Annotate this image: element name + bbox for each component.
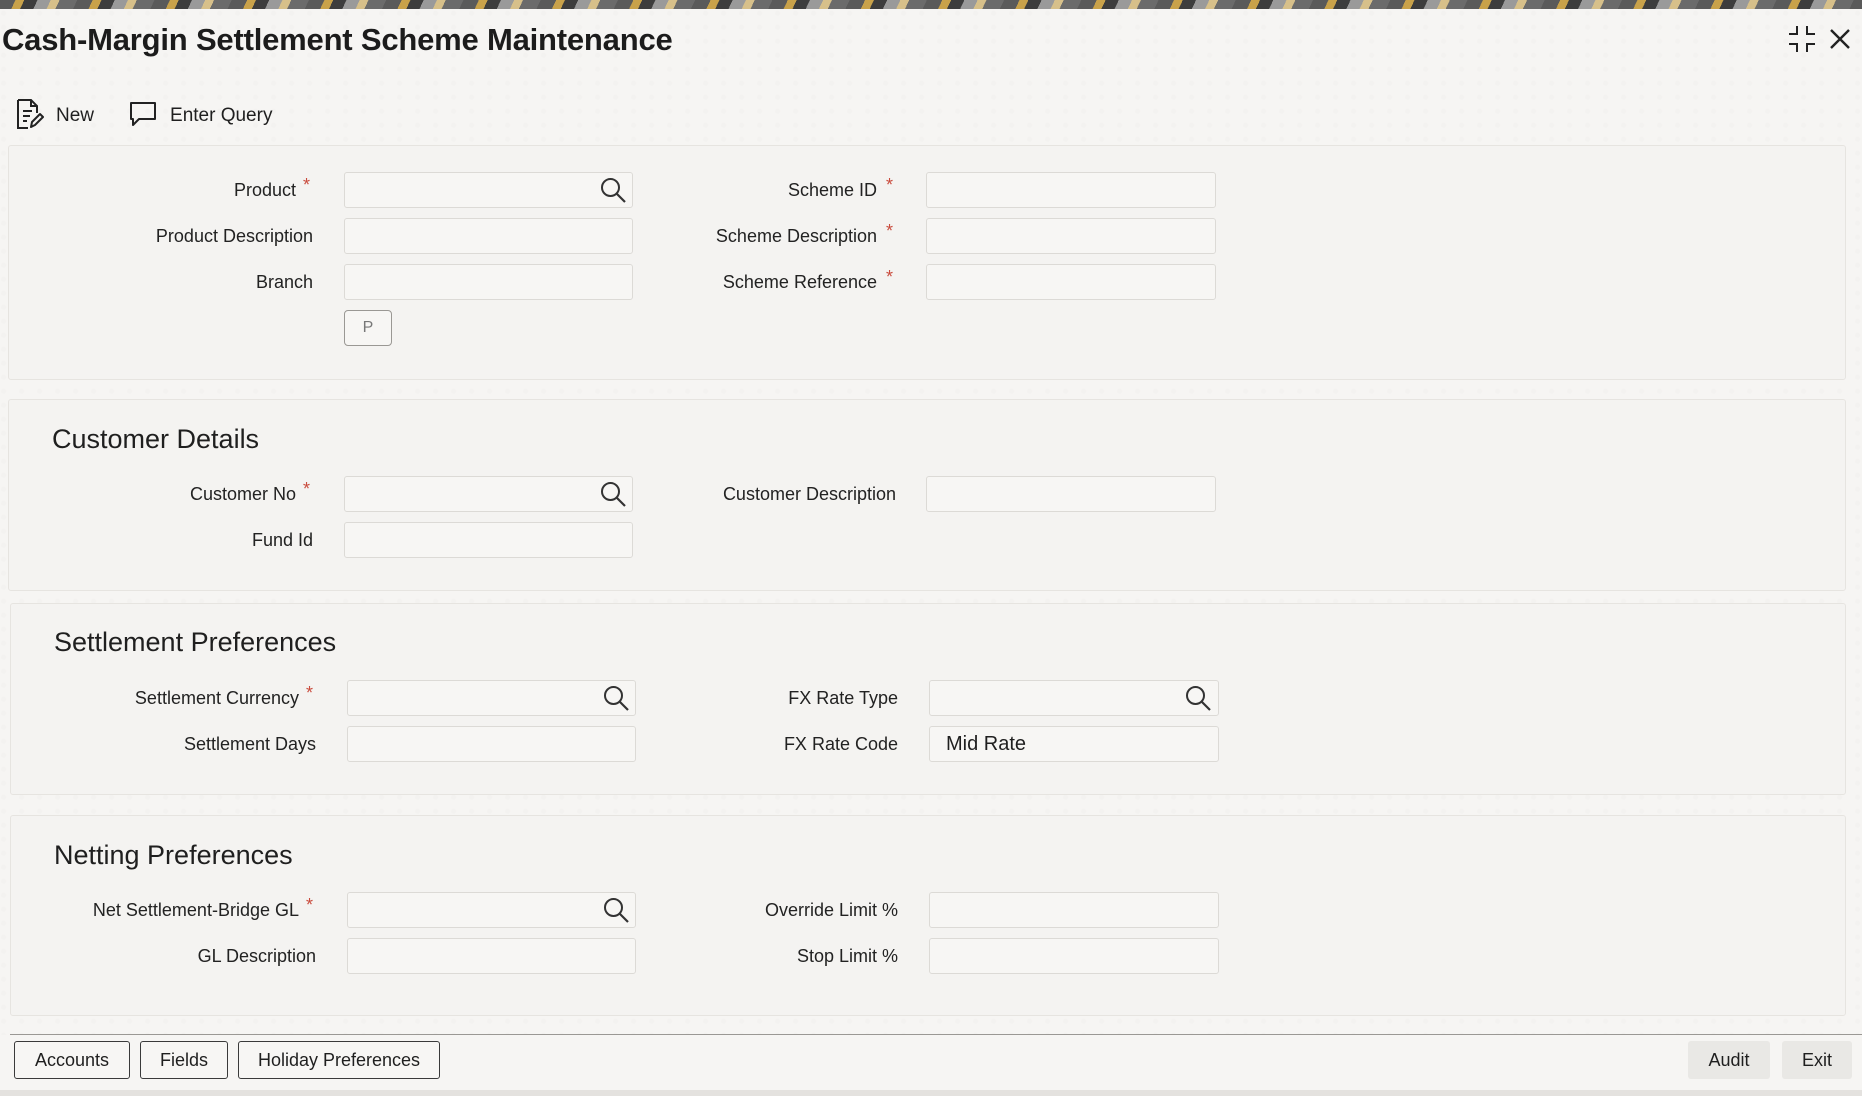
search-icon[interactable] [1184,684,1212,712]
required-marker: * [306,683,314,703]
required-marker: * [303,479,311,499]
document-edit-icon [14,98,44,135]
header-decorative-band [0,0,1862,9]
required-marker: * [886,267,894,287]
customer-description-label: Customer Description [722,484,896,504]
customer-no-input[interactable] [344,476,633,512]
fx-rate-code-label: FX Rate Code [783,734,898,754]
settlement-days-input[interactable] [347,726,636,762]
speech-bubble-icon [128,99,158,134]
fields-button[interactable]: Fields [140,1041,228,1079]
search-icon[interactable] [599,480,627,508]
exit-button[interactable]: Exit [1782,1041,1852,1079]
branch-label: Branch [255,272,313,292]
enter-query-button-label: Enter Query [170,105,273,126]
search-icon[interactable] [602,684,630,712]
stop-limit-label: Stop Limit % [796,946,898,966]
gl-description-input[interactable] [347,938,636,974]
customer-details-title: Customer Details [52,424,260,454]
scheme-id-input[interactable] [926,172,1216,208]
customer-no-label: Customer No [189,484,296,504]
required-marker: * [886,175,894,195]
footer-divider [10,1034,1862,1035]
net-settlement-bridge-gl-input[interactable] [347,892,636,928]
holiday-preferences-button[interactable]: Holiday Preferences [238,1041,440,1079]
product-label: Product [233,180,296,200]
netting-preferences-title: Netting Preferences [54,840,293,870]
gl-description-label: GL Description [197,946,316,966]
required-marker: * [306,895,314,915]
search-icon[interactable] [602,896,630,924]
fund-id-label: Fund Id [251,530,313,550]
enter-query-button[interactable]: Enter Query [128,99,272,134]
branch-input[interactable] [344,264,633,300]
fx-rate-code-input[interactable]: Mid Rate [929,726,1219,762]
scheme-description-input[interactable] [926,218,1216,254]
settlement-preferences-title: Settlement Preferences [54,627,337,657]
toolbar: New Enter Query [14,98,306,134]
required-marker: * [886,221,894,241]
window-title: Cash-Margin Settlement Scheme Maintenanc… [2,22,673,57]
bottom-edge [0,1090,1862,1096]
product-description-input[interactable] [344,218,633,254]
customer-description-input[interactable] [926,476,1216,512]
settlement-currency-label: Settlement Currency [134,688,299,708]
settlement-currency-input[interactable] [347,680,636,716]
net-settlement-bridge-gl-label: Net Settlement-Bridge GL [92,900,299,920]
accounts-button[interactable]: Accounts [14,1041,130,1079]
product-input[interactable] [344,172,633,208]
new-button-label: New [56,105,95,126]
fund-id-input[interactable] [344,522,633,558]
maximize-icon[interactable] [1785,22,1819,56]
product-description-label: Product Description [155,226,313,246]
close-icon[interactable] [1823,22,1857,56]
scheme-reference-label: Scheme Reference [722,272,877,292]
fx-rate-type-label: FX Rate Type [788,688,898,708]
audit-button[interactable]: Audit [1688,1041,1770,1079]
scheme-id-label: Scheme ID [787,180,877,200]
search-icon[interactable] [599,176,627,204]
scheme-description-label: Scheme Description [715,226,877,246]
settlement-days-label: Settlement Days [183,734,316,754]
scheme-reference-input[interactable] [926,264,1216,300]
new-button[interactable]: New [14,98,94,135]
override-limit-label: Override Limit % [764,900,898,920]
p-button[interactable]: P [344,310,392,346]
fx-rate-type-input[interactable] [929,680,1219,716]
override-limit-input[interactable] [929,892,1219,928]
required-marker: * [303,175,311,195]
stop-limit-input[interactable] [929,938,1219,974]
